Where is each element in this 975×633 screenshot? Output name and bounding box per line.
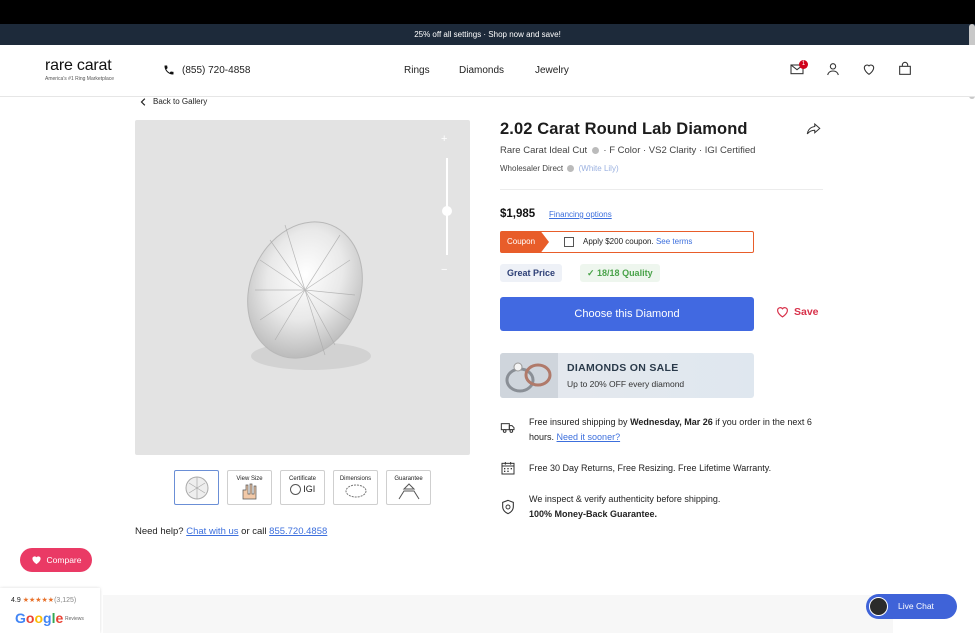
thumb-certificate[interactable]: Certificate IGI: [280, 470, 325, 505]
logo-word: rare carat: [45, 57, 112, 74]
coupon-box[interactable]: Coupon Apply $200 coupon. See terms: [500, 231, 754, 253]
wishlist-heart-icon[interactable]: [861, 61, 877, 77]
shipping-text-a: Free insured shipping by: [529, 417, 628, 427]
coupon-checkbox[interactable]: [564, 237, 574, 247]
igi-text: IGI: [303, 484, 316, 494]
shield-icon: [502, 499, 514, 515]
thumb-diamond-photo[interactable]: [174, 470, 219, 505]
dimensions-icon: [345, 484, 366, 498]
thumb-dimensions[interactable]: Dimensions: [333, 470, 378, 505]
help-or-call: or call: [241, 526, 267, 537]
back-to-gallery-link[interactable]: Back to Gallery: [140, 97, 207, 106]
mail-badge: 1: [799, 60, 808, 69]
zoom-out-button[interactable]: −: [441, 264, 447, 276]
phone-number: (855) 720-4858: [182, 64, 251, 76]
browser-top-bar: [0, 0, 975, 24]
diamond-viewer[interactable]: [135, 120, 470, 455]
agent-avatar: [869, 597, 888, 616]
price: $1,985: [500, 208, 536, 220]
heart-icon: [777, 307, 788, 318]
wholesaler-info-icon[interactable]: [567, 165, 575, 173]
rating-count: (3,125): [54, 597, 77, 604]
logo-tagline: America's #1 Ring Marketplace: [45, 76, 115, 82]
cart-bag-icon[interactable]: [897, 61, 913, 77]
truck-icon: [500, 423, 515, 433]
nav-diamonds[interactable]: Diamonds: [459, 65, 504, 76]
sale-subheading: Up to 20% OFF every diamond: [567, 379, 685, 389]
shipping-info: Free insured shipping by Wednesday, Mar …: [529, 415, 829, 445]
account-icon[interactable]: [825, 61, 841, 77]
header-phone[interactable]: (855) 720-4858: [163, 64, 250, 76]
product-title: 2.02 Carat Round Lab Diamond: [500, 120, 748, 138]
wholesaler-line: Wholesaler Direct (White Lily): [500, 164, 619, 173]
phone-icon: [164, 65, 174, 75]
save-label: Save: [794, 306, 819, 318]
help-prefix: Need help?: [135, 526, 184, 537]
chat-with-us-link[interactable]: Chat with us: [186, 526, 238, 537]
product-subline: Rare Carat Ideal Cut · F Color · VS2 Cla…: [500, 145, 755, 156]
great-price-badge: Great Price: [500, 264, 563, 282]
igi-logo: IGI: [281, 484, 324, 496]
help-phone-link[interactable]: 855.720.4858: [269, 526, 327, 537]
heart-icon: [31, 556, 41, 565]
rating-stars: ★★★★★: [22, 597, 55, 604]
coupon-tag: Coupon: [501, 232, 549, 252]
live-chat-button[interactable]: Live Chat: [866, 594, 957, 619]
zoom-in-button[interactable]: +: [441, 133, 447, 145]
sale-heading: DIAMONDS ON SALE: [567, 362, 679, 374]
choose-diamond-button[interactable]: Choose this Diamond: [500, 297, 754, 331]
promo-banner[interactable]: 25% off all settings · Shop now and save…: [0, 24, 975, 45]
thumb-certificate-label: Certificate: [288, 476, 316, 482]
thumb-guarantee[interactable]: Guarantee: [386, 470, 431, 505]
diamond-image: [247, 221, 371, 370]
logo[interactable]: rare carat America's #1 Ring Marketplace: [45, 57, 114, 82]
google-logo: Google: [15, 610, 64, 626]
compare-label: Compare: [46, 555, 82, 565]
wholesaler-label: Wholesaler Direct: [500, 164, 564, 173]
financing-link[interactable]: Financing options: [549, 210, 612, 219]
shipping-date: Wednesday, Mar 26: [630, 417, 713, 427]
site-header: rare carat America's #1 Ring Marketplace…: [0, 45, 975, 97]
bottom-section: [103, 595, 893, 633]
diamonds-on-sale-banner[interactable]: DIAMONDS ON SALE Up to 20% OFF every dia…: [500, 353, 754, 398]
google-reviews-widget[interactable]: 4.9 ★★★★★(3,125) Google Reviews: [0, 588, 100, 633]
specs-label: · F Color · VS2 Clarity · IGI Certified: [603, 145, 756, 156]
share-icon[interactable]: [806, 122, 821, 136]
money-back-text: 100% Money-Back Guarantee.: [529, 509, 658, 519]
chevron-left-icon: [140, 97, 146, 106]
compare-button[interactable]: Compare: [20, 548, 92, 572]
quality-badge: ✓ 18/18 Quality: [580, 264, 660, 282]
calendar-icon: [501, 462, 515, 475]
diamond-thumb-icon: [185, 476, 208, 500]
need-it-sooner-link[interactable]: Need it sooner?: [557, 432, 621, 442]
returns-info: Free 30 Day Returns, Free Resizing. Free…: [529, 463, 772, 473]
google-rating: 4.9 ★★★★★(3,125): [11, 596, 76, 604]
divider: [500, 189, 823, 190]
wholesaler-name: (White Lily): [578, 164, 619, 173]
guarantee-icon: [398, 483, 419, 500]
save-button[interactable]: Save: [776, 306, 819, 318]
reviews-label: Reviews: [65, 616, 84, 622]
inspect-text: We inspect & verify authenticity before …: [529, 494, 721, 504]
thumb-view-size[interactable]: View Size: [227, 470, 272, 505]
rings-image: [500, 353, 558, 398]
hand-icon: [242, 483, 256, 500]
coupon-label: Apply $200 coupon.: [583, 237, 654, 246]
nav-rings[interactable]: Rings: [404, 65, 430, 76]
cut-label: Rare Carat Ideal Cut: [500, 145, 588, 156]
coupon-text: Apply $200 coupon. See terms: [583, 237, 692, 246]
help-line: Need help? Chat with us or call 855.720.…: [135, 526, 327, 537]
rating-value: 4.9: [11, 597, 21, 604]
live-chat-label: Live Chat: [898, 601, 934, 611]
authenticity-info: We inspect & verify authenticity before …: [529, 492, 829, 522]
see-terms-link[interactable]: See terms: [656, 237, 692, 246]
back-label: Back to Gallery: [153, 97, 208, 106]
nav-jewelry[interactable]: Jewelry: [535, 65, 569, 76]
cut-info-icon[interactable]: [591, 146, 599, 154]
